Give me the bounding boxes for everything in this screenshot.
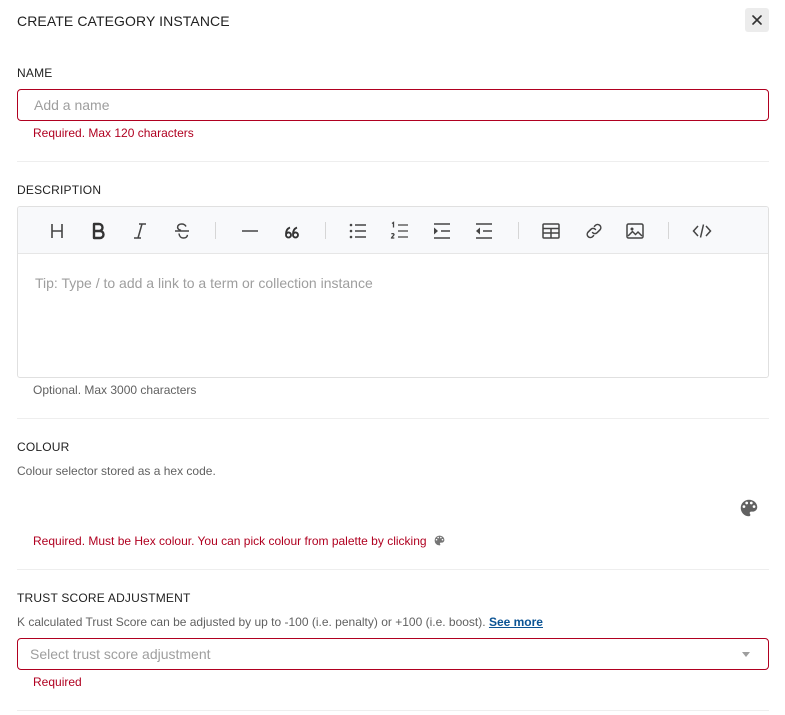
- colour-error-text: Required. Must be Hex colour. You can pi…: [33, 534, 427, 548]
- editor-content[interactable]: Tip: Type / to add a link to a term or c…: [18, 254, 768, 312]
- palette-icon: [740, 499, 758, 517]
- trust-select-placeholder: Select trust score adjustment: [30, 646, 211, 662]
- outdent-button[interactable]: [472, 219, 496, 243]
- link-icon: [586, 223, 602, 239]
- code-icon: [692, 224, 712, 238]
- horizontal-rule-button[interactable]: [238, 219, 262, 243]
- bold-button[interactable]: [86, 219, 110, 243]
- trust-label: TRUST SCORE ADJUSTMENT: [17, 591, 191, 605]
- trust-helper-text: K calculated Trust Score can be adjusted…: [17, 615, 486, 629]
- palette-icon: [434, 535, 445, 546]
- editor-toolbar: [18, 207, 768, 254]
- toolbar-separator: [215, 222, 216, 239]
- bullet-list-button[interactable]: [346, 219, 370, 243]
- heading-button[interactable]: [45, 219, 69, 243]
- toolbar-separator: [325, 222, 326, 239]
- divider: [17, 569, 769, 570]
- numbered-list-icon: [390, 221, 408, 239]
- colour-helper: Colour selector stored as a hex code.: [17, 464, 216, 478]
- heading-icon: [51, 224, 63, 238]
- trust-helper: K calculated Trust Score can be adjusted…: [17, 615, 543, 629]
- strikethrough-button[interactable]: [170, 219, 194, 243]
- dialog-title: CREATE CATEGORY INSTANCE: [17, 13, 230, 29]
- palette-button[interactable]: [738, 497, 760, 519]
- colour-label: COLOUR: [17, 440, 70, 454]
- close-button[interactable]: [745, 8, 769, 32]
- chevron-down-icon: [742, 651, 750, 657]
- image-button[interactable]: [623, 219, 647, 243]
- indent-button[interactable]: [430, 219, 454, 243]
- divider: [17, 710, 769, 711]
- description-helper: Optional. Max 3000 characters: [33, 383, 197, 397]
- horizontal-rule-icon: [242, 230, 258, 232]
- code-button[interactable]: [690, 219, 714, 243]
- colour-error: Required. Must be Hex colour. You can pi…: [33, 534, 446, 548]
- name-label: NAME: [17, 66, 53, 80]
- name-field[interactable]: [17, 89, 769, 121]
- divider: [17, 161, 769, 162]
- description-editor[interactable]: Tip: Type / to add a link to a term or c…: [17, 206, 769, 378]
- toolbar-separator: [668, 222, 669, 239]
- name-input[interactable]: [18, 90, 768, 120]
- italic-icon: [134, 223, 146, 239]
- see-more-link[interactable]: See more: [489, 615, 543, 629]
- strikethrough-icon: [175, 223, 189, 239]
- table-icon: [542, 223, 560, 239]
- name-error: Required. Max 120 characters: [33, 126, 194, 140]
- indent-icon: [434, 223, 450, 239]
- quote-icon: [285, 226, 299, 239]
- numbered-list-button[interactable]: [388, 219, 412, 243]
- link-button[interactable]: [582, 219, 606, 243]
- quote-button[interactable]: [280, 219, 304, 243]
- image-icon: [626, 223, 644, 239]
- bold-icon: [92, 222, 105, 240]
- trust-score-select[interactable]: Select trust score adjustment: [17, 638, 769, 670]
- italic-button[interactable]: [128, 219, 152, 243]
- description-label: DESCRIPTION: [17, 183, 102, 197]
- bullet-list-icon: [349, 223, 366, 239]
- toolbar-separator: [518, 222, 519, 239]
- divider: [17, 418, 769, 419]
- trust-error: Required: [33, 675, 82, 689]
- close-icon: [752, 15, 762, 25]
- outdent-icon: [476, 223, 492, 239]
- table-button[interactable]: [539, 219, 563, 243]
